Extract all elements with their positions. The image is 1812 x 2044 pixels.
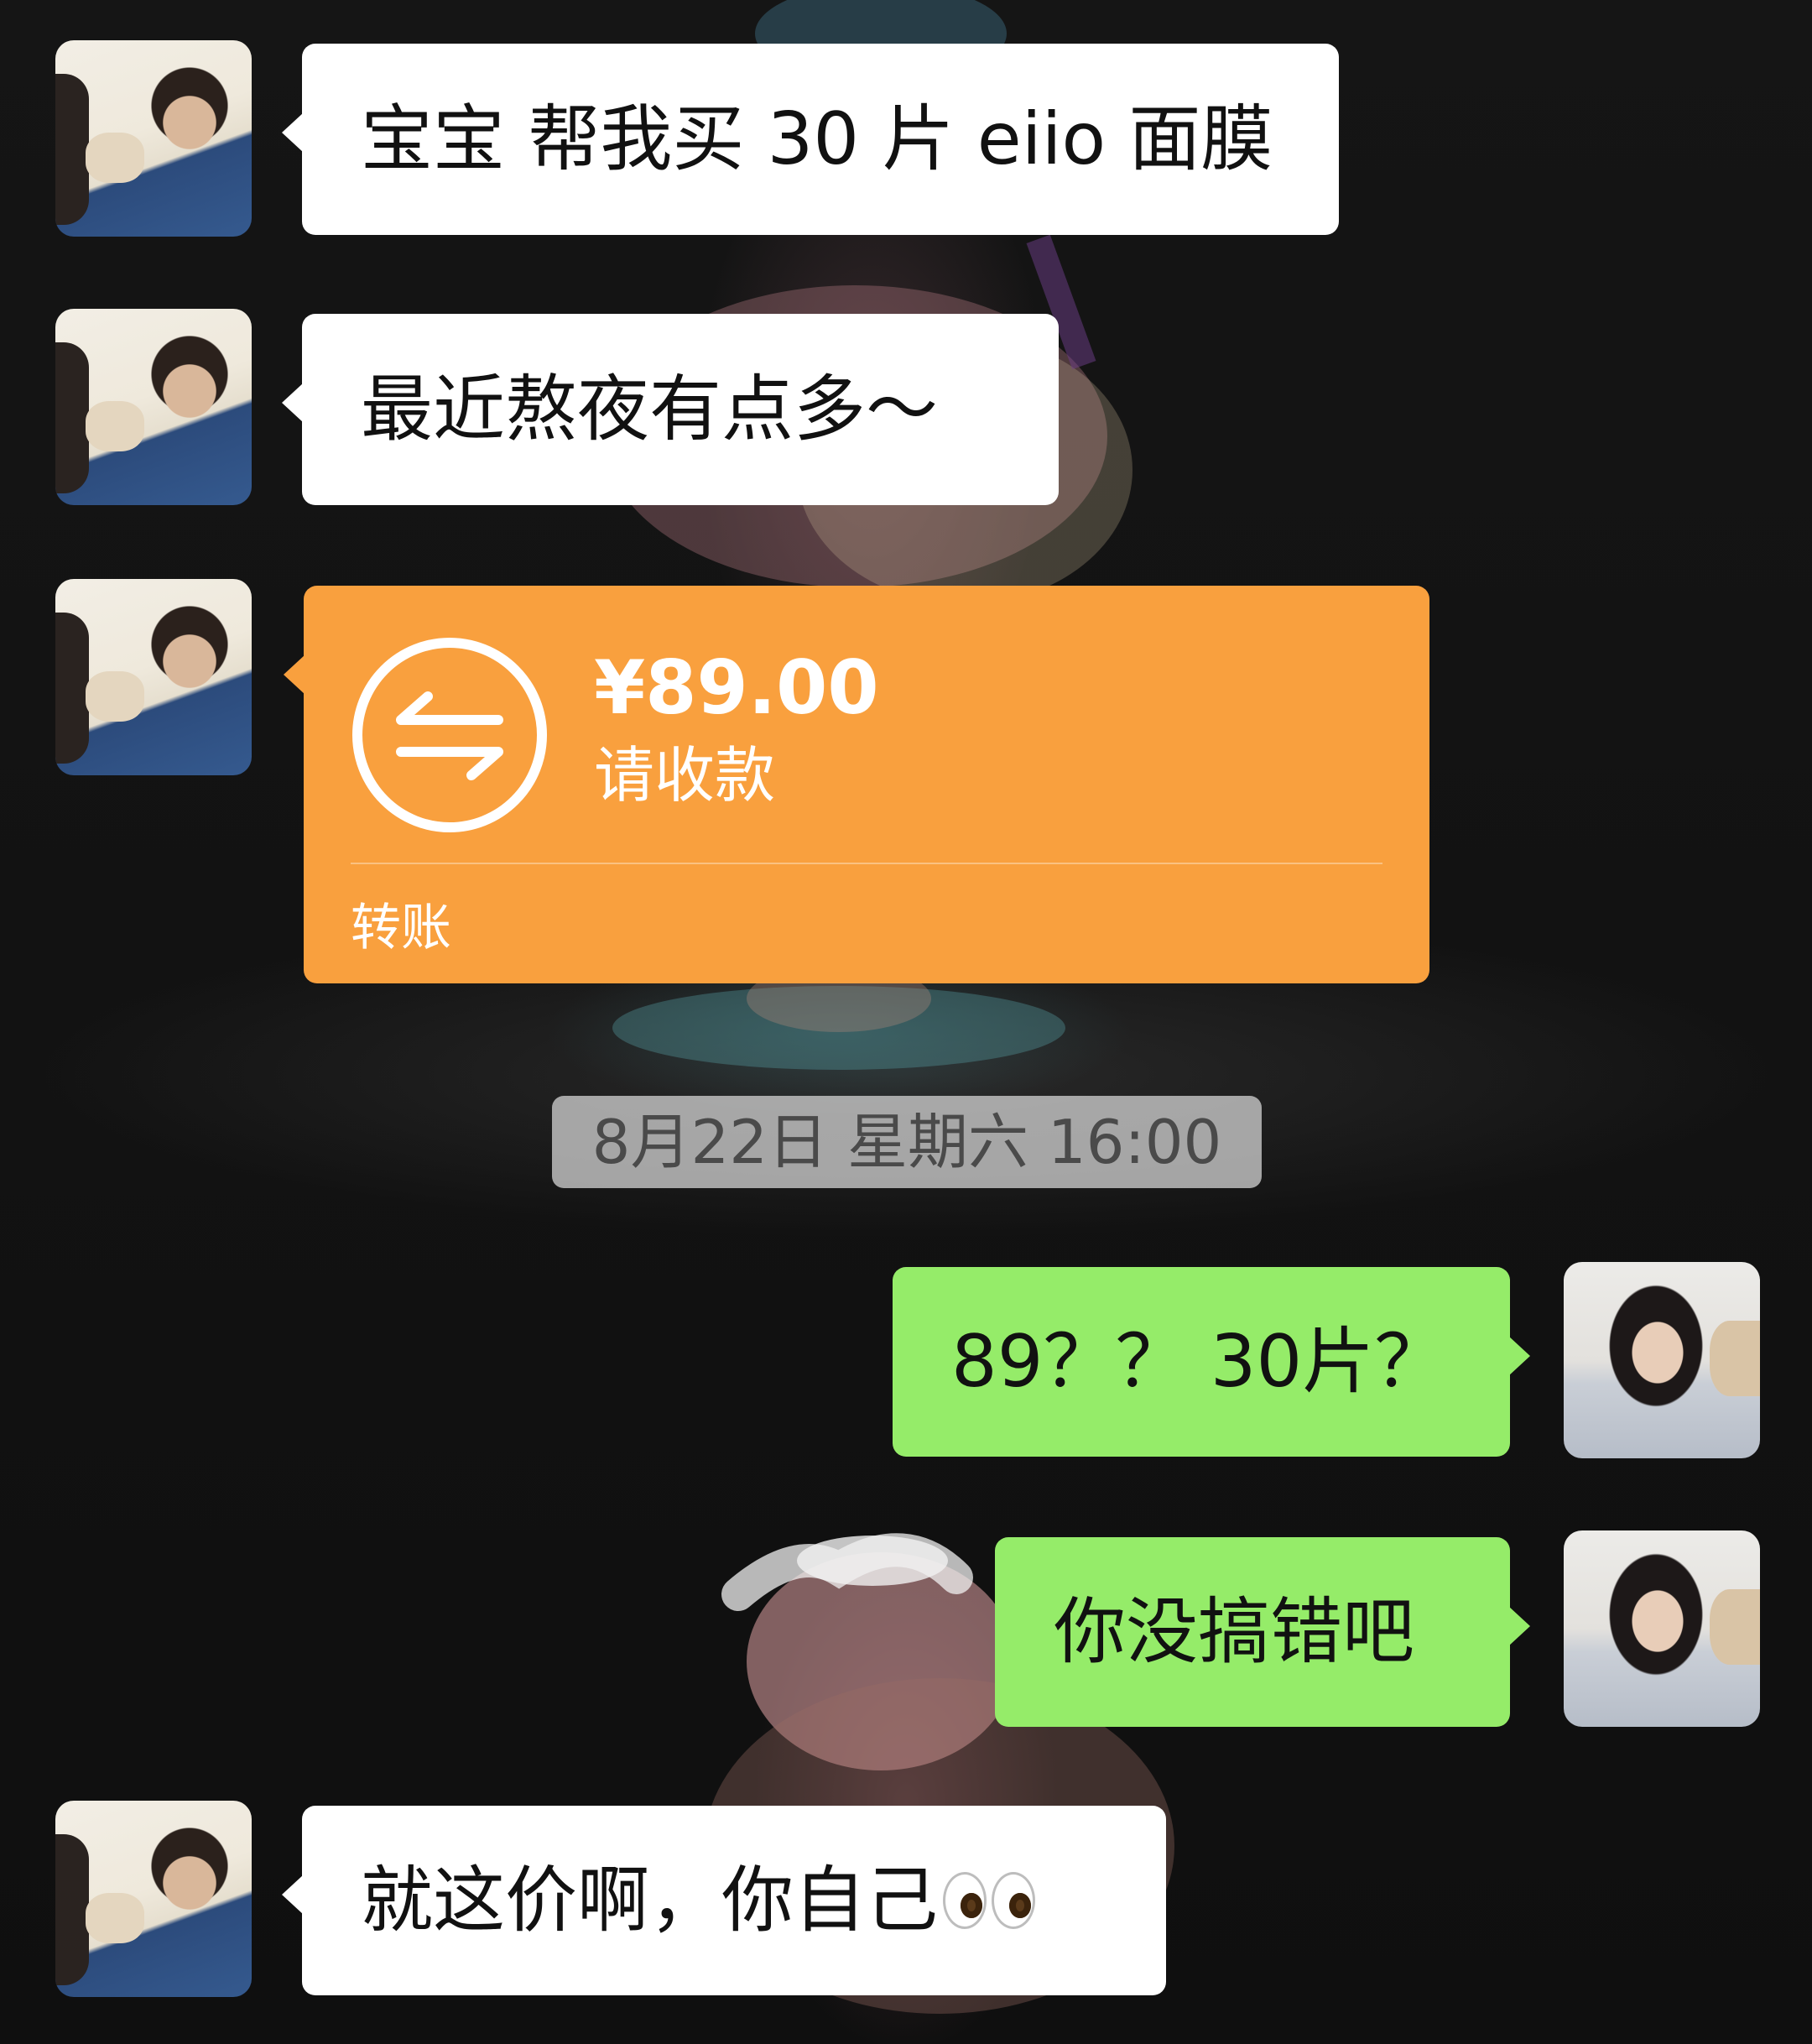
my-avatar[interactable] bbox=[1564, 1262, 1760, 1458]
bubble-tail bbox=[282, 112, 304, 153]
timestamp-pill: 8月22日 星期六 16:00 bbox=[552, 1096, 1262, 1188]
received-message-bubble[interactable]: 就这价啊，你自己 bbox=[282, 1806, 1166, 1995]
contact-avatar[interactable] bbox=[55, 1801, 252, 1997]
message-text: 最近熬夜有点多～ bbox=[361, 368, 938, 451]
bubble-tail bbox=[282, 1875, 304, 1915]
transfer-amount: ¥89.00 bbox=[594, 644, 879, 731]
message-text: 89？？ 30片？ bbox=[951, 1320, 1447, 1404]
bubble-tail bbox=[1508, 1336, 1530, 1376]
bubble-tail bbox=[282, 383, 304, 423]
message-text: 你没搞错吧 bbox=[1054, 1590, 1414, 1674]
received-message-bubble[interactable]: 最近熬夜有点多～ bbox=[282, 314, 1059, 505]
transfer-divider bbox=[351, 863, 1382, 864]
eyes-emoji bbox=[943, 1872, 1035, 1929]
message-text: 宝宝 帮我买 30 片 eiio 面膜 bbox=[361, 97, 1273, 181]
transfer-label: 转账 bbox=[351, 899, 451, 957]
my-avatar[interactable] bbox=[1564, 1530, 1760, 1727]
eye-icon bbox=[992, 1872, 1035, 1929]
sent-message-bubble[interactable]: 你没搞错吧 bbox=[995, 1537, 1530, 1727]
message-text: 就这价啊，你自己 bbox=[361, 1859, 938, 1942]
received-message-bubble[interactable]: 宝宝 帮我买 30 片 eiio 面膜 bbox=[282, 44, 1339, 235]
sent-message-bubble[interactable]: 89？？ 30片？ bbox=[893, 1267, 1530, 1457]
contact-avatar[interactable] bbox=[55, 309, 252, 505]
eye-icon bbox=[943, 1872, 987, 1929]
bubble-tail bbox=[1508, 1606, 1530, 1646]
transfer-card[interactable]: ¥89.00 请收款 转账 bbox=[284, 586, 1429, 983]
background-figurine-top bbox=[604, 0, 1174, 2014]
contact-avatar[interactable] bbox=[55, 579, 252, 775]
contact-avatar[interactable] bbox=[55, 40, 252, 237]
bubble-tail bbox=[284, 654, 305, 695]
transfer-arrows-icon bbox=[352, 638, 547, 832]
transfer-status: 请收款 bbox=[594, 740, 776, 811]
